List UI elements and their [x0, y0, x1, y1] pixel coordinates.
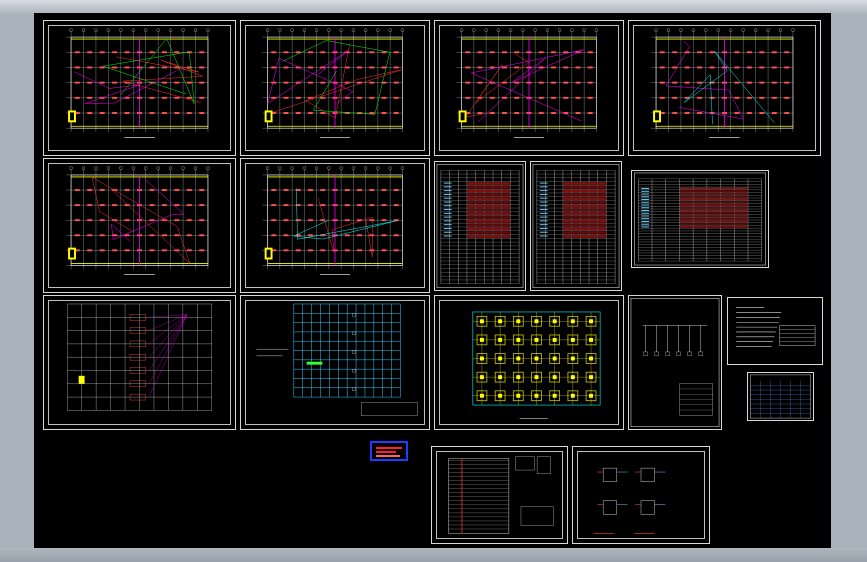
floor-plan-drawing [66, 28, 210, 138]
small-table-drawing [750, 374, 811, 419]
sheet-floor-plan-4[interactable] [628, 20, 821, 156]
panel-drawing [448, 456, 554, 534]
schedule-table-drawing [532, 164, 620, 288]
sheet-system-diagram[interactable] [628, 295, 722, 430]
sheet-floor-plan-2[interactable] [240, 20, 430, 156]
sheet-connection-detail[interactable] [572, 446, 710, 544]
floor-plan-drawing [456, 28, 599, 138]
sheet-schedule-table-1[interactable] [434, 161, 526, 291]
legend-line [376, 451, 396, 453]
legend-stamp[interactable] [370, 441, 408, 461]
system-drawing [630, 298, 720, 427]
floor-plan-drawing [262, 28, 405, 138]
floor-plan-drawing [262, 166, 405, 276]
detail-drawing [593, 467, 666, 534]
viewer-top-frame [0, 0, 867, 13]
sheet-column-layout[interactable] [434, 295, 624, 430]
schedule-table-drawing [436, 164, 524, 288]
floor-plan-drawing [651, 28, 795, 138]
notes-drawing [736, 307, 816, 347]
sheet-schedule-table-2[interactable] [530, 161, 622, 291]
viewer-bottom-frame [0, 548, 867, 562]
sheet-floor-plan-3[interactable] [434, 20, 624, 156]
sheet-floor-plan-5[interactable] [43, 158, 236, 293]
sheet-small-table[interactable] [747, 372, 814, 421]
sheet-floor-plan-6[interactable] [240, 158, 430, 293]
sheet-design-notes[interactable] [727, 297, 823, 365]
legend-line [376, 455, 400, 457]
sheet-floor-plan-1[interactable] [43, 20, 236, 156]
floor-plan-drawing [66, 166, 210, 276]
schedule-table-drawing [634, 172, 766, 266]
sheet-riser-diagram[interactable] [43, 295, 236, 430]
legend-line [376, 447, 402, 449]
column-drawing [472, 311, 601, 419]
riser-drawing [67, 303, 212, 411]
sheet-panel-schedule[interactable] [431, 446, 568, 544]
sheet-grid-plan-cyan[interactable] [240, 295, 430, 430]
drawing-canvas[interactable] [34, 13, 831, 548]
grid-drawing [256, 303, 418, 416]
sheet-schedule-table-3[interactable] [631, 170, 769, 268]
